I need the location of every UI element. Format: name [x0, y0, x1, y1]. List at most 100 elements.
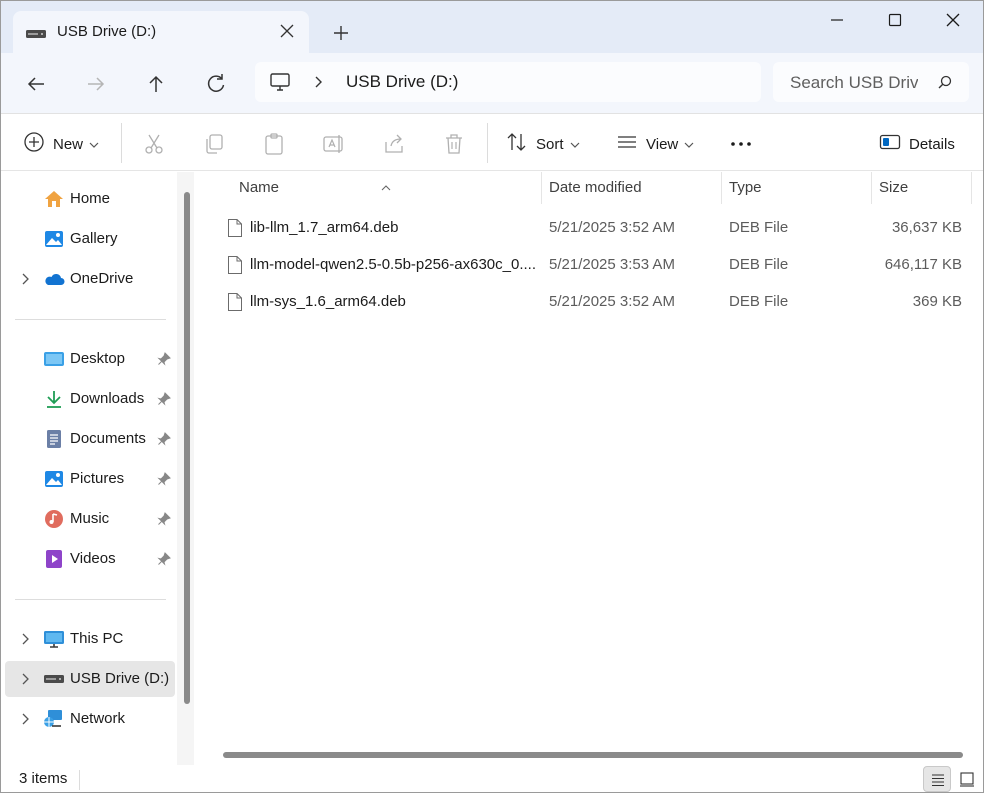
toolbar-divider — [121, 123, 122, 163]
sidebar-item-music[interactable]: Music — [5, 501, 175, 537]
up-arrow-icon[interactable] — [141, 69, 171, 99]
usb-drive-icon — [43, 669, 65, 689]
file-name[interactable]: llm-model-qwen2.5-0.5b-p256-ax630c_0.... — [250, 256, 536, 273]
sidebar-item-pictures[interactable]: Pictures — [5, 461, 175, 497]
back-arrow-icon[interactable] — [21, 69, 51, 99]
item-count: 3 items — [19, 770, 68, 787]
chevron-right-icon[interactable] — [19, 632, 31, 650]
column-divider[interactable] — [971, 172, 972, 204]
column-header-date-modified[interactable]: Date modified — [542, 172, 721, 204]
search-placeholder: Search USB Driv — [790, 73, 918, 92]
column-header-name[interactable]: Name — [197, 172, 541, 204]
chevron-right-icon[interactable] — [311, 74, 325, 94]
sidebar-item-desktop[interactable]: Desktop — [5, 341, 175, 377]
sidebar-item-network[interactable]: Network — [5, 701, 175, 737]
sort-ascending-icon — [381, 179, 391, 196]
home-icon — [43, 189, 65, 209]
command-bar: New Sort View Details — [1, 113, 983, 171]
sidebar-item-usb-drive[interactable]: USB Drive (D:) — [5, 661, 175, 697]
sidebar-item-downloads[interactable]: Downloads — [5, 381, 175, 417]
chevron-right-icon[interactable] — [19, 272, 31, 290]
pin-icon[interactable] — [157, 472, 171, 490]
new-button[interactable]: New — [23, 131, 99, 157]
chevron-down-icon — [89, 136, 99, 153]
file-name[interactable]: lib-llm_1.7_arm64.deb — [250, 219, 536, 236]
view-lines-icon — [616, 131, 638, 157]
sidebar-item-label: This PC — [70, 630, 124, 647]
rename-icon[interactable] — [322, 132, 346, 156]
onedrive-cloud-icon — [43, 269, 65, 289]
large-icons-view-icon[interactable] — [953, 766, 981, 792]
share-icon[interactable] — [382, 132, 406, 156]
file-name[interactable]: llm-sys_1.6_arm64.deb — [250, 293, 536, 310]
copy-icon[interactable] — [202, 132, 226, 156]
sidebar-item-home[interactable]: Home — [5, 181, 175, 217]
sidebar-item-label: Desktop — [70, 350, 126, 367]
minimize-icon[interactable] — [815, 7, 859, 33]
paste-icon[interactable] — [262, 132, 286, 156]
navigation-pane: Home Gallery OneDrive Desktop Downloads … — [1, 172, 194, 765]
file-row[interactable]: llm-sys_1.6_arm64.deb 5/21/2025 3:52 AM … — [197, 283, 972, 320]
column-header-size[interactable]: Size — [872, 172, 971, 204]
tab-usb-drive[interactable]: USB Drive (D:) — [13, 11, 309, 53]
horizontal-scrollbar-thumb[interactable] — [223, 752, 963, 758]
view-button[interactable]: View — [616, 131, 694, 157]
details-view-icon[interactable] — [923, 766, 951, 792]
pictures-icon — [43, 469, 65, 489]
sidebar-item-documents[interactable]: Documents — [5, 421, 175, 457]
status-bar: 3 items — [1, 765, 983, 792]
maximize-icon[interactable] — [873, 7, 917, 33]
sidebar-divider — [15, 599, 166, 600]
refresh-icon[interactable] — [201, 69, 231, 99]
sidebar-item-label: USB Drive (D:) — [70, 670, 170, 687]
title-bar: USB Drive (D:) — [1, 1, 983, 53]
new-button-label: New — [53, 135, 84, 153]
file-icon — [227, 218, 243, 242]
details-button-label: Details — [909, 135, 955, 153]
sort-arrows-icon — [506, 131, 528, 157]
close-tab-icon[interactable] — [275, 19, 299, 43]
sidebar-item-videos[interactable]: Videos — [5, 541, 175, 577]
details-pane-icon — [879, 133, 901, 155]
file-explorer-window: USB Drive (D:) USB Drive (D:) Search USB… — [0, 0, 984, 793]
cut-icon[interactable] — [142, 132, 166, 156]
file-row[interactable]: lib-llm_1.7_arm64.deb 5/21/2025 3:52 AM … — [197, 209, 972, 246]
sidebar-item-label: Home — [70, 190, 111, 207]
more-options-icon[interactable] — [729, 132, 753, 156]
address-bar[interactable]: USB Drive (D:) — [255, 62, 761, 102]
address-path[interactable]: USB Drive (D:) — [346, 72, 458, 92]
plus-circle-icon — [23, 131, 45, 157]
sidebar-item-label: Downloads — [70, 390, 145, 407]
column-header-label: Size — [879, 179, 909, 196]
chevron-right-icon[interactable] — [19, 672, 31, 690]
column-header-type[interactable]: Type — [722, 172, 871, 204]
close-window-icon[interactable] — [931, 7, 975, 33]
sidebar-scrollbar-thumb[interactable] — [184, 192, 190, 704]
details-pane-button[interactable]: Details — [879, 131, 955, 157]
toolbar-divider — [487, 123, 488, 163]
new-tab-icon[interactable] — [329, 21, 353, 45]
file-row[interactable]: llm-model-qwen2.5-0.5b-p256-ax630c_0....… — [197, 246, 972, 283]
sidebar-item-onedrive[interactable]: OneDrive — [5, 261, 175, 297]
pin-icon[interactable] — [157, 432, 171, 450]
column-header-label: Name — [239, 179, 280, 196]
sort-button[interactable]: Sort — [506, 131, 580, 157]
this-pc-icon[interactable] — [269, 72, 291, 96]
chevron-down-icon — [570, 136, 580, 153]
delete-trash-icon[interactable] — [442, 132, 466, 156]
search-input[interactable]: Search USB Driv — [773, 62, 969, 102]
forward-arrow-icon[interactable] — [81, 69, 111, 99]
pin-icon[interactable] — [157, 392, 171, 410]
search-icon — [937, 74, 953, 94]
pin-icon[interactable] — [157, 352, 171, 370]
sidebar-item-label: Gallery — [70, 230, 118, 247]
chevron-right-icon[interactable] — [19, 712, 31, 730]
sidebar-item-label: Documents — [70, 430, 146, 447]
pin-icon[interactable] — [157, 552, 171, 570]
pin-icon[interactable] — [157, 512, 171, 530]
sidebar-item-gallery[interactable]: Gallery — [5, 221, 175, 257]
sidebar-item-label: Pictures — [70, 470, 125, 487]
file-size: 646,117 KB — [884, 256, 962, 273]
sort-button-label: Sort — [536, 135, 564, 153]
sidebar-item-this-pc[interactable]: This PC — [5, 621, 175, 657]
